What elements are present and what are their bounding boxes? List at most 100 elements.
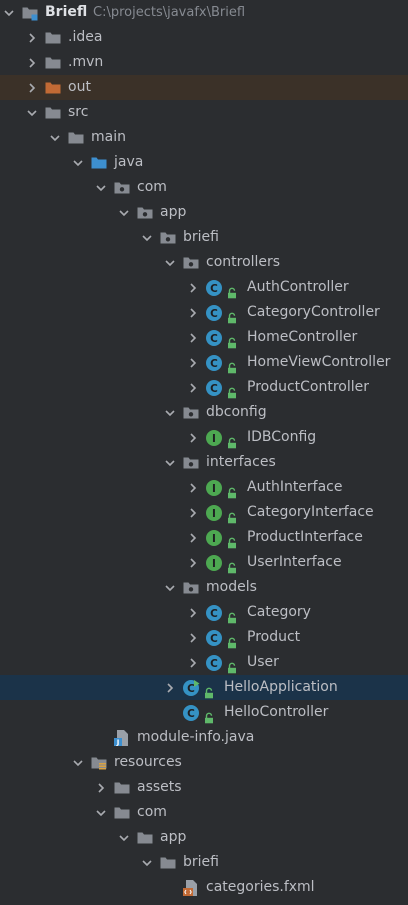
tree-row[interactable]: C HomeController: [0, 325, 408, 350]
tree-row[interactable]: app: [0, 825, 408, 850]
chevron-right-icon[interactable]: [25, 25, 39, 50]
tree-item-label: com: [137, 179, 167, 195]
tree-row[interactable]: resources: [0, 750, 408, 775]
tree-item-label: module-info.java: [137, 729, 255, 745]
chevron-right-icon[interactable]: [186, 525, 200, 550]
tree-row[interactable]: [0, 900, 408, 905]
tree-row[interactable]: controllers: [0, 250, 408, 275]
chevron-right-icon[interactable]: [186, 325, 200, 350]
chevron-down-icon[interactable]: [163, 450, 177, 475]
project-tree[interactable]: Briefl C:\projects\javafx\Briefl .idea .mvn…: [0, 0, 408, 905]
tree-row[interactable]: I AuthInterface: [0, 475, 408, 500]
tree-row[interactable]: briefi: [0, 850, 408, 875]
tree-row[interactable]: Jmodule-info.java: [0, 725, 408, 750]
runnable-class-icon: C: [182, 679, 200, 697]
tree-row[interactable]: C HelloController: [0, 700, 408, 725]
chevron-right-icon[interactable]: [186, 625, 200, 650]
class-icon: C: [182, 704, 200, 722]
chevron-down-icon[interactable]: [163, 400, 177, 425]
tree-item-label: ProductInterface: [247, 529, 363, 545]
chevron-right-icon[interactable]: [186, 300, 200, 325]
tree-row[interactable]: I UserInterface: [0, 550, 408, 575]
tree-row[interactable]: C Category: [0, 600, 408, 625]
chevron-down-icon[interactable]: [2, 0, 16, 25]
tree-row[interactable]: Briefl C:\projects\javafx\Briefl: [0, 0, 408, 25]
tree-row[interactable]: app: [0, 200, 408, 225]
tree-row[interactable]: java: [0, 150, 408, 175]
tree-row[interactable]: I ProductInterface: [0, 525, 408, 550]
chevron-right-icon[interactable]: [25, 50, 39, 75]
lock-icon: [227, 283, 237, 299]
chevron-right-icon[interactable]: [186, 550, 200, 575]
folder-icon: [113, 779, 131, 797]
chevron-down-icon[interactable]: [48, 125, 62, 150]
source-folder-icon: [90, 154, 108, 172]
svg-text:C: C: [210, 658, 218, 670]
tree-item-label: IDBConfig: [247, 429, 317, 445]
tree-row[interactable]: briefi: [0, 225, 408, 250]
chevron-down-icon[interactable]: [163, 575, 177, 600]
tree-item-label: resources: [114, 754, 182, 770]
tree-row[interactable]: categories.fxml: [0, 875, 408, 900]
chevron-right-icon[interactable]: [186, 375, 200, 400]
chevron-right-icon[interactable]: [186, 275, 200, 300]
tree-item-label: app: [160, 829, 187, 845]
chevron-down-icon[interactable]: [94, 175, 108, 200]
chevron-down-icon[interactable]: [117, 200, 131, 225]
tree-row[interactable]: assets: [0, 775, 408, 800]
class-icon: C: [205, 379, 223, 397]
tree-row[interactable]: I IDBConfig: [0, 425, 408, 450]
svg-text:C: C: [210, 608, 218, 620]
tree-row[interactable]: .idea: [0, 25, 408, 50]
tree-row[interactable]: C ProductController: [0, 375, 408, 400]
chevron-down-icon[interactable]: [117, 825, 131, 850]
chevron-right-icon[interactable]: [186, 600, 200, 625]
tree-row[interactable]: src: [0, 100, 408, 125]
package-icon: [182, 579, 200, 597]
tree-row[interactable]: C AuthController: [0, 275, 408, 300]
tree-row[interactable]: dbconfig: [0, 400, 408, 425]
chevron-down-icon[interactable]: [140, 225, 154, 250]
chevron-down-icon[interactable]: [94, 800, 108, 825]
tree-row[interactable]: com: [0, 175, 408, 200]
lock-icon: [227, 358, 237, 374]
tree-row[interactable]: I CategoryInterface: [0, 500, 408, 525]
chevron-right-icon[interactable]: [186, 650, 200, 675]
chevron-right-icon[interactable]: [163, 675, 177, 700]
chevron-right-icon[interactable]: [186, 500, 200, 525]
tree-row[interactable]: C HelloApplication: [0, 675, 408, 700]
tree-item-label: HelloApplication: [224, 679, 338, 695]
chevron-right-icon[interactable]: [186, 425, 200, 450]
tree-row[interactable]: C HomeViewController: [0, 350, 408, 375]
chevron-down-icon[interactable]: [140, 850, 154, 875]
interface-icon: I: [205, 504, 223, 522]
tree-row[interactable]: C CategoryController: [0, 300, 408, 325]
tree-row[interactable]: main: [0, 125, 408, 150]
chevron-down-icon[interactable]: [163, 250, 177, 275]
tree-row[interactable]: .mvn: [0, 50, 408, 75]
chevron-down-icon[interactable]: [25, 100, 39, 125]
lock-icon: [204, 683, 214, 699]
package-icon: [182, 454, 200, 472]
tree-row[interactable]: out: [0, 75, 408, 100]
lock-icon: [227, 383, 237, 399]
chevron-right-icon[interactable]: [186, 350, 200, 375]
tree-item-label: models: [206, 579, 257, 595]
chevron-down-icon[interactable]: [71, 750, 85, 775]
tree-item-label: com: [137, 804, 167, 820]
chevron-right-icon[interactable]: [94, 775, 108, 800]
svg-text:C: C: [187, 708, 195, 720]
chevron-right-icon[interactable]: [186, 475, 200, 500]
chevron-right-icon[interactable]: [25, 75, 39, 100]
excluded-folder-icon: [44, 79, 62, 97]
folder-icon: [44, 29, 62, 47]
tree-row[interactable]: C User: [0, 650, 408, 675]
svg-text:C: C: [210, 358, 218, 370]
resources-folder-icon: [90, 754, 108, 772]
tree-row[interactable]: interfaces: [0, 450, 408, 475]
tree-row[interactable]: models: [0, 575, 408, 600]
interface-icon: I: [205, 429, 223, 447]
chevron-down-icon[interactable]: [71, 150, 85, 175]
tree-row[interactable]: com: [0, 800, 408, 825]
tree-row[interactable]: C Product: [0, 625, 408, 650]
